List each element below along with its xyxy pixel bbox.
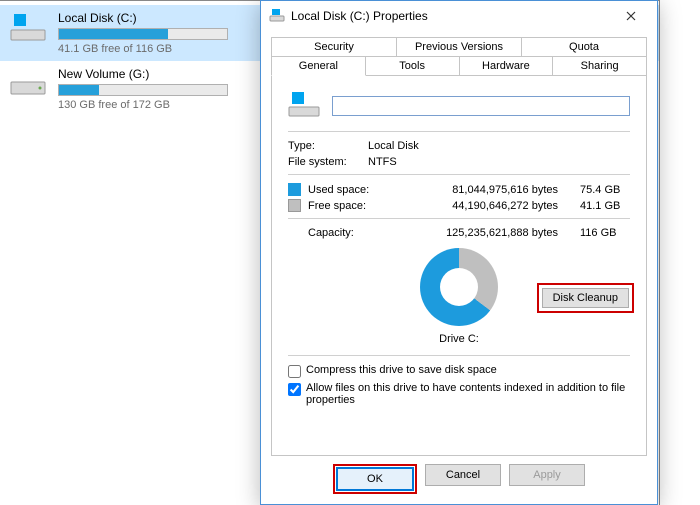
ok-button[interactable]: OK bbox=[337, 468, 413, 490]
tab-security[interactable]: Security bbox=[271, 37, 397, 56]
free-space-bytes: 44,190,646,272 bytes bbox=[390, 200, 580, 212]
dialog-titlebar[interactable]: Local Disk (C:) Properties bbox=[261, 1, 657, 31]
drive-windows-icon bbox=[8, 11, 48, 43]
tab-tools[interactable]: Tools bbox=[366, 56, 460, 76]
tab-hardware[interactable]: Hardware bbox=[460, 56, 554, 76]
disk-cleanup-button[interactable]: Disk Cleanup bbox=[542, 288, 629, 308]
capacity-bytes: 125,235,621,888 bytes bbox=[390, 227, 580, 239]
type-label: Type: bbox=[288, 140, 368, 152]
drive-usage-bar bbox=[58, 28, 228, 40]
free-space-human: 41.1 GB bbox=[580, 200, 630, 212]
index-checkbox[interactable] bbox=[288, 383, 301, 396]
close-icon bbox=[626, 11, 636, 21]
capacity-label: Capacity: bbox=[288, 227, 390, 239]
free-space-swatch bbox=[288, 199, 301, 212]
ok-button-highlight: OK bbox=[333, 464, 417, 494]
tab-row-secondary: Security Previous Versions Quota bbox=[271, 37, 647, 56]
tab-previous-versions[interactable]: Previous Versions bbox=[397, 37, 522, 56]
used-space-label: Used space: bbox=[308, 184, 390, 196]
cancel-button[interactable]: Cancel bbox=[425, 464, 501, 486]
tab-panel-general: Type:Local Disk File system:NTFS Used sp… bbox=[271, 76, 647, 456]
usage-pie-chart bbox=[420, 248, 498, 326]
compress-label: Compress this drive to save disk space bbox=[306, 364, 497, 376]
properties-dialog: Local Disk (C:) Properties Security Prev… bbox=[260, 0, 658, 505]
drive-usage-bar bbox=[58, 84, 228, 96]
tab-sharing[interactable]: Sharing bbox=[553, 56, 647, 76]
volume-label-input[interactable] bbox=[332, 96, 630, 116]
tab-general[interactable]: General bbox=[271, 56, 366, 76]
compress-checkbox[interactable] bbox=[288, 365, 301, 378]
tab-row-primary: General Tools Hardware Sharing bbox=[271, 56, 647, 76]
filesystem-value: NTFS bbox=[368, 156, 397, 168]
free-space-label: Free space: bbox=[308, 200, 390, 212]
filesystem-label: File system: bbox=[288, 156, 368, 168]
drive-large-icon bbox=[288, 90, 320, 121]
type-value: Local Disk bbox=[368, 140, 419, 152]
capacity-human: 116 GB bbox=[580, 227, 630, 239]
drive-caption: Drive C: bbox=[288, 333, 630, 345]
drive-small-icon bbox=[269, 7, 285, 26]
used-space-human: 75.4 GB bbox=[580, 184, 630, 196]
used-space-swatch bbox=[288, 183, 301, 196]
apply-button[interactable]: Apply bbox=[509, 464, 585, 486]
drive-icon bbox=[8, 67, 48, 99]
compress-checkbox-row[interactable]: Compress this drive to save disk space bbox=[288, 364, 630, 378]
disk-cleanup-highlight: Disk Cleanup bbox=[537, 283, 634, 313]
used-space-bytes: 81,044,975,616 bytes bbox=[390, 184, 580, 196]
close-button[interactable] bbox=[611, 4, 651, 28]
tab-quota[interactable]: Quota bbox=[522, 37, 647, 56]
index-checkbox-row[interactable]: Allow files on this drive to have conten… bbox=[288, 382, 630, 406]
index-label: Allow files on this drive to have conten… bbox=[306, 382, 630, 406]
dialog-title: Local Disk (C:) Properties bbox=[291, 9, 611, 23]
dialog-button-row: OK Cancel Apply bbox=[261, 456, 657, 504]
